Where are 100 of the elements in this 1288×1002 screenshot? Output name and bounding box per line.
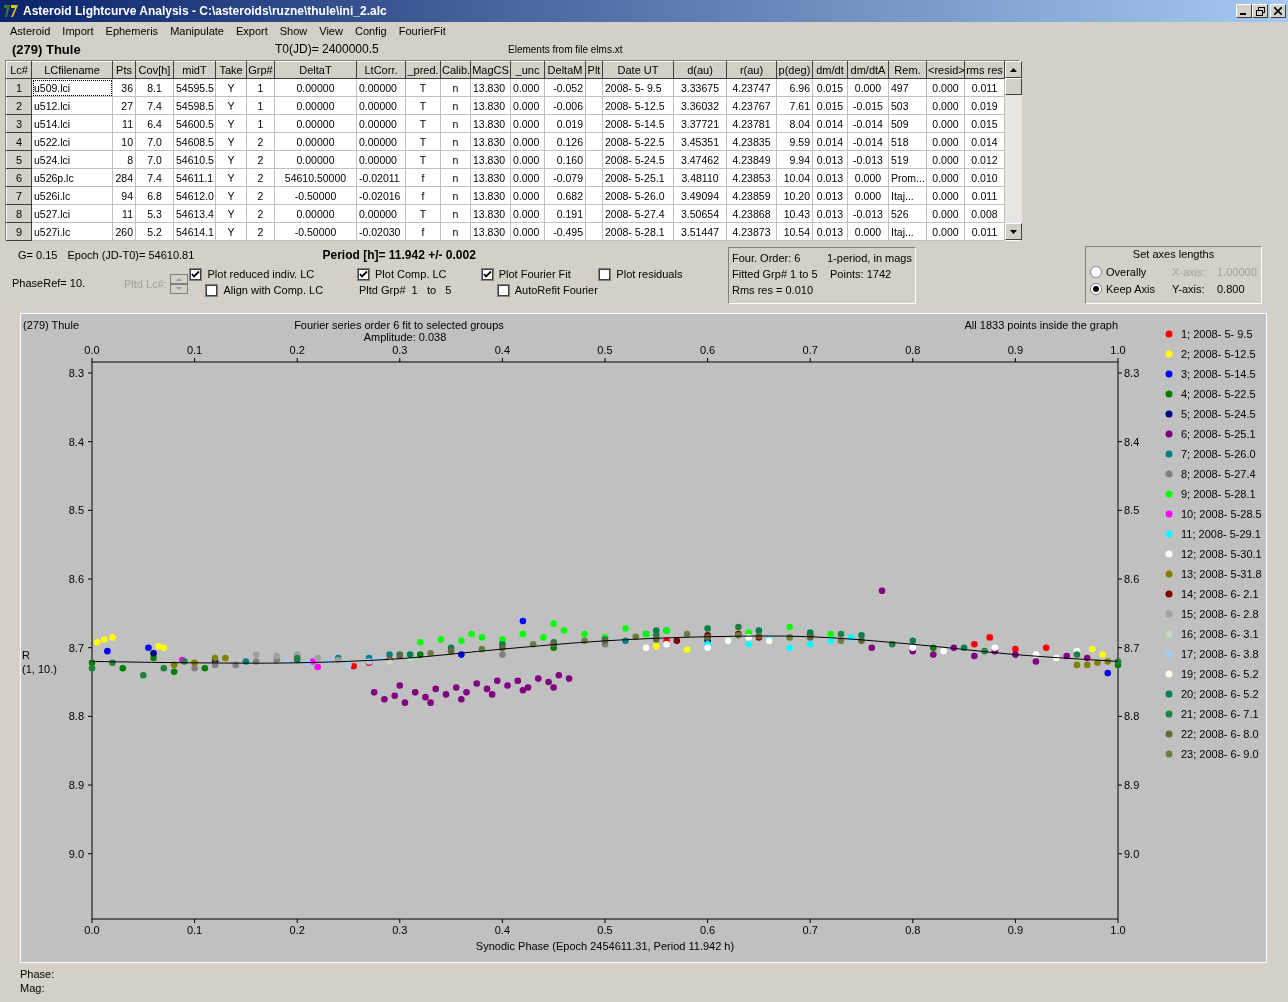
- table-cell: 7.0: [135, 132, 174, 151]
- period-label: Period [h]= 11.942 +/- 0.002: [322, 248, 476, 262]
- x-tick-label: 0.3: [392, 344, 408, 356]
- table-cell: 0.00000: [274, 150, 357, 169]
- y-tick-label: 8.7: [1124, 641, 1140, 654]
- fit-info-text: 1-period, in mags: [827, 252, 912, 264]
- table-cell: 0.000: [510, 150, 545, 169]
- fit-info-text: Fitted Grp# 1 to 5: [732, 268, 819, 280]
- table-cell: 0.015: [964, 114, 1005, 133]
- table-cell: 10.20: [776, 186, 813, 205]
- y-tick-label: 8.9: [1124, 779, 1140, 792]
- table-cell: 7.61: [776, 96, 813, 115]
- table-cell: 509: [888, 114, 927, 133]
- table-cell: Itaj...: [888, 222, 927, 241]
- table-cell: Y: [215, 222, 247, 241]
- y-axis-sublabel: (1, 10.): [22, 663, 57, 675]
- table-cell: T: [405, 204, 441, 223]
- table-cell: 2008- 5-14.5: [602, 114, 674, 133]
- table-cell: 13.830: [470, 78, 511, 97]
- y-tick-label: 8.8: [1124, 710, 1140, 723]
- table-cell: 2008- 5-22.5: [602, 132, 674, 151]
- x-tick-label: 0.9: [1007, 344, 1024, 356]
- table-cell: -0.02011: [356, 168, 406, 187]
- table-cell: T: [405, 132, 441, 151]
- table-cell: 54608.5: [173, 132, 216, 151]
- legend-label: 1; 2008- 5- 9.5: [1181, 328, 1253, 340]
- phase-ref-label: PhaseRef= 10.: [12, 277, 86, 289]
- table-cell: 27: [112, 96, 136, 115]
- x-tick-label: 0.1: [186, 924, 203, 936]
- table-cell: 0.000: [847, 78, 889, 97]
- y-tick-label: 8.9: [68, 779, 84, 792]
- table-cell: 4.23781: [726, 114, 777, 133]
- table-cell: 54611.1: [173, 168, 216, 187]
- table-cell: 3.47462: [673, 150, 727, 169]
- table-cell: 54610.50000: [274, 168, 357, 187]
- y-tick-label: 8.6: [68, 573, 84, 586]
- y-axis-label: R: [22, 649, 30, 661]
- phase-readout: Phase:: [20, 967, 55, 981]
- legend-label: 15; 2008- 6- 2.8: [1181, 608, 1259, 620]
- table-cell: 10.54: [776, 222, 813, 241]
- table-cell: 0.000: [510, 78, 545, 97]
- table-cell: 0.011: [964, 186, 1005, 205]
- fit-info-text: Points: 1742: [830, 268, 892, 280]
- table-cell: 0.682: [544, 186, 586, 205]
- legend-label: 21; 2008- 6- 7.1: [1181, 708, 1259, 720]
- x-tick-label: 0.8: [905, 344, 921, 356]
- table-cell: 7.4: [135, 168, 174, 187]
- y-tick-label: 8.4: [1124, 435, 1140, 448]
- table-cell: 2: [246, 168, 275, 187]
- table-cell: 2008- 5-12.5: [602, 96, 674, 115]
- table-cell: 0.00000: [274, 114, 357, 133]
- legend-label: 2; 2008- 5-12.5: [1181, 348, 1256, 360]
- table-cell: 0.000: [926, 186, 965, 205]
- table-cell: 54612.0: [173, 186, 216, 205]
- table-cell: 11: [112, 204, 136, 223]
- y-tick-label: 8.7: [68, 641, 84, 654]
- legend-label: 17; 2008- 6- 3.8: [1181, 648, 1259, 660]
- x-tick-label: 0.9: [1007, 924, 1024, 936]
- pltd-grp-label: Pltd Grp# 1 to 5: [359, 284, 452, 296]
- legend-label: 4; 2008- 5-22.5: [1181, 388, 1256, 400]
- table-cell: Prom...: [888, 168, 927, 187]
- table-cell: 54610.5: [173, 150, 216, 169]
- x-tick-label: 0.4: [494, 344, 511, 356]
- table-cell: 54600.5: [173, 114, 216, 133]
- table-cell: 0.000: [510, 186, 545, 205]
- table-cell: f: [405, 168, 441, 187]
- table-cell: n: [440, 222, 471, 241]
- table-cell: 0.000: [847, 168, 889, 187]
- table-cell: 0.00000: [274, 96, 357, 115]
- table-cell: 4.23859: [726, 186, 777, 205]
- table-cell: 13.830: [470, 204, 511, 223]
- table-cell: -0.50000: [274, 222, 357, 241]
- table-cell: 2: [246, 204, 275, 223]
- table-cell: 4.23873: [726, 222, 777, 241]
- table-cell: 4.23767: [726, 96, 777, 115]
- table-cell: 0.160: [544, 150, 586, 169]
- elements-label: Elements from file elms.xt: [508, 43, 623, 55]
- table-cell: 0.00000: [356, 150, 406, 169]
- legend-label: 7; 2008- 5-26.0: [1181, 448, 1256, 460]
- table-cell: 0.00000: [274, 78, 357, 97]
- x-tick-label: 1.0: [1110, 344, 1126, 356]
- mag-readout: Mag:: [20, 981, 45, 995]
- table-cell: -0.015: [847, 96, 889, 115]
- window-title: Asteroid Lightcurve Analysis - C:\asteroids\ruzne\thule\ini_2.alc: [23, 4, 388, 18]
- table-cell: 3.37721: [673, 114, 727, 133]
- table-cell: 1: [246, 78, 275, 97]
- table-cell: 4.23853: [726, 168, 777, 187]
- table-cell: 2008- 5-25.1: [602, 168, 674, 187]
- y-tick-label: 8.3: [68, 367, 84, 379]
- table-cell: 54598.5: [173, 96, 216, 115]
- panel-title: Set axes lengths: [1132, 248, 1215, 262]
- epoch-label: Epoch (JD-T0)= 54610.81: [67, 249, 196, 261]
- table-cell: 54613.4: [173, 204, 216, 223]
- table-cell: n: [440, 204, 471, 223]
- table-cell: 10.04: [776, 168, 813, 187]
- table-cell: 0.013: [812, 186, 848, 205]
- y-tick-label: 8.8: [68, 710, 84, 723]
- table-cell: 0.019: [964, 96, 1005, 115]
- legend-label: 14; 2008- 6- 2.1: [1181, 588, 1259, 600]
- table-cell: n: [440, 78, 471, 97]
